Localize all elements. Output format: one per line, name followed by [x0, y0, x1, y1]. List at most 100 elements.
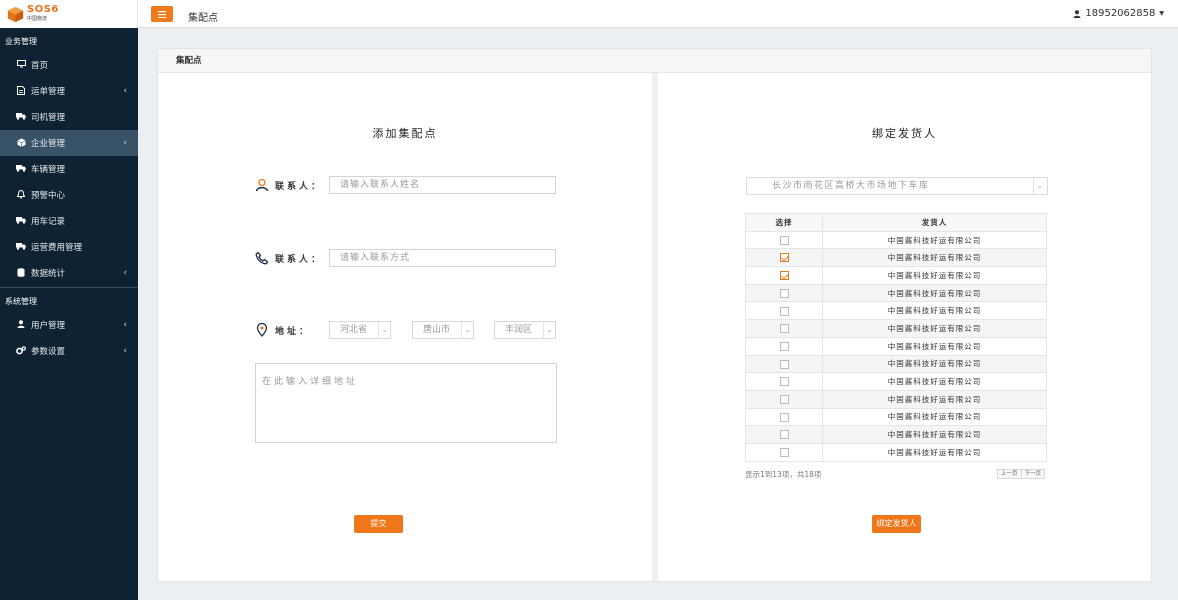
- row-checkbox[interactable]: [779, 430, 789, 440]
- table-row: 中国酱科技好运有限公司: [745, 425, 1047, 444]
- main-card: 集配点 添加集配点 联系人： 请输入联系人姓名 联系人： 请输入联系方式 地址：…: [157, 48, 1152, 582]
- select-cell: [745, 372, 823, 391]
- address-label: 地址：: [275, 326, 312, 337]
- select-cell: [745, 266, 823, 285]
- sidebar-item-business-7[interactable]: 运营费用管理: [0, 234, 138, 260]
- row-checkbox[interactable]: [779, 235, 789, 245]
- select-cell: [745, 301, 823, 321]
- shipper-name-cell: 中国酱科技好运有限公司: [822, 336, 1047, 356]
- table-row: 中国酱科技好运有限公司: [745, 248, 1047, 268]
- sidebar-item-business-8[interactable]: 数据统计 ‹: [0, 260, 138, 286]
- truck-icon: [15, 112, 27, 122]
- table-row: 中国酱科技好运有限公司: [745, 442, 1047, 462]
- shipper-name-cell: 中国酱科技好运有限公司: [822, 372, 1047, 391]
- sidebar-item-label: 运营费用管理: [31, 243, 83, 253]
- page-title: 集配点: [188, 13, 218, 24]
- select-cell: [745, 319, 823, 338]
- select-cell: [745, 407, 823, 427]
- bind-shipper-panel: 绑定发货人 长沙市雨花区高桥大市场地下车库 ⌄ 选择 发货人 中国酱科技好运有限…: [658, 73, 1151, 581]
- sidebar-item-business-5[interactable]: 预警中心: [0, 182, 138, 208]
- row-checkbox[interactable]: [779, 448, 789, 458]
- table-row: 中国酱科技好运有限公司: [745, 266, 1047, 285]
- bell-icon: [15, 189, 27, 201]
- panels: 添加集配点 联系人： 请输入联系人姓名 联系人： 请输入联系方式 地址： 河北省…: [158, 73, 1151, 581]
- district-select[interactable]: 丰润区 ⌄: [494, 321, 556, 339]
- shipper-name-cell: 中国酱科技好运有限公司: [822, 230, 1047, 250]
- address-row: 地址： 河北省 ⌄ 唐山市 ⌄ 丰润区 ⌄: [255, 321, 556, 339]
- caret-down-icon: ▼: [1159, 10, 1164, 17]
- sidebar-item-system-1[interactable]: 参数设置 ‹: [0, 338, 138, 364]
- shipper-name-cell: 中国酱科技好运有限公司: [822, 248, 1047, 268]
- column-header-select: 选择: [745, 213, 823, 232]
- sidebar-item-business-6[interactable]: 用车记录: [0, 208, 138, 234]
- row-checkbox[interactable]: [779, 253, 789, 263]
- row-checkbox[interactable]: [779, 359, 789, 369]
- table-row: 中国酱科技好运有限公司: [745, 319, 1047, 338]
- table-row: 中国酱科技好运有限公司: [745, 407, 1047, 427]
- province-select[interactable]: 河北省 ⌄: [329, 321, 391, 339]
- shipper-table: 选择 发货人 中国酱科技好运有限公司 中国酱科技好运有限公司 中国酱科技好运有限公司…: [745, 213, 1047, 462]
- person-icon: [255, 178, 269, 192]
- location-select[interactable]: 长沙市雨花区高桥大市场地下车库 ⌄: [746, 177, 1048, 195]
- select-cell: [745, 354, 823, 374]
- sidebar-item-label: 用车记录: [31, 217, 66, 227]
- truck-icon: [15, 164, 27, 174]
- contact-name-input[interactable]: 请输入联系人姓名: [329, 176, 556, 194]
- user-icon: [1073, 9, 1081, 18]
- row-checkbox[interactable]: [779, 271, 789, 281]
- phone-icon: [255, 251, 269, 265]
- select-cell: [745, 442, 823, 462]
- table-row: 中国酱科技好运有限公司: [745, 230, 1047, 250]
- sidebar-item-system-0[interactable]: 用户管理 ‹: [0, 312, 138, 338]
- row-checkbox[interactable]: [779, 394, 789, 404]
- logo[interactable]: SOS6 中国物流: [0, 0, 138, 28]
- chevron-down-icon: ⌄: [378, 322, 390, 338]
- select-cell: [745, 336, 823, 356]
- hamburger-icon: [158, 10, 166, 18]
- row-checkbox[interactable]: [779, 412, 789, 422]
- contact-phone-label: 联系人：: [275, 254, 324, 265]
- truck-icon: [15, 242, 27, 252]
- contact-name-label: 联系人：: [275, 181, 324, 192]
- add-collection-point-panel: 添加集配点 联系人： 请输入联系人姓名 联系人： 请输入联系方式 地址： 河北省…: [158, 73, 652, 581]
- contact-phone-input[interactable]: 请输入联系方式: [329, 249, 556, 267]
- shipper-name-cell: 中国酱科技好运有限公司: [822, 389, 1047, 409]
- cube-icon: [15, 138, 27, 149]
- sidebar: 业务管理 首页 运单管理 ‹ 司机管理 企业管理 ‹ 车辆管理 预警中心 用车记录 运营费用管理数…: [0, 28, 138, 600]
- sidebar-item-business-3[interactable]: 企业管理 ‹: [0, 130, 138, 156]
- row-checkbox[interactable]: [779, 324, 789, 334]
- sidebar-item-business-4[interactable]: 车辆管理: [0, 156, 138, 182]
- database-icon: [15, 267, 27, 279]
- sidebar-item-business-0[interactable]: 首页: [0, 52, 138, 78]
- user-icon: [15, 320, 27, 330]
- table-row: 中国酱科技好运有限公司: [745, 354, 1047, 374]
- sidebar-item-label: 车辆管理: [31, 165, 66, 175]
- select-cell: [745, 230, 823, 250]
- sidebar-item-business-1[interactable]: 运单管理 ‹: [0, 78, 138, 104]
- submit-button[interactable]: 提交: [354, 515, 403, 533]
- row-checkbox[interactable]: [779, 306, 789, 316]
- bind-shipper-button[interactable]: 绑定发货人: [872, 515, 921, 533]
- prev-page-button[interactable]: 上一页: [997, 469, 1022, 479]
- contact-phone-row: 联系人： 请输入联系方式: [255, 249, 556, 267]
- shipper-name-cell: 中国酱科技好运有限公司: [822, 407, 1047, 427]
- address-detail-textarea[interactable]: 在此输入详细地址: [255, 363, 557, 443]
- shipper-name-cell: 中国酱科技好运有限公司: [822, 283, 1047, 303]
- nav-section-business: 业务管理: [5, 37, 37, 46]
- menu-toggle-button[interactable]: [151, 6, 173, 22]
- user-menu[interactable]: 18952062858 ▼: [1073, 8, 1164, 19]
- select-cell: [745, 389, 823, 409]
- table-row: 中国酱科技好运有限公司: [745, 372, 1047, 391]
- row-checkbox[interactable]: [779, 341, 789, 351]
- chevron-down-icon: ⌄: [461, 322, 473, 338]
- row-checkbox[interactable]: [779, 377, 789, 387]
- sidebar-item-label: 用户管理: [31, 321, 66, 331]
- city-select[interactable]: 唐山市 ⌄: [412, 321, 474, 339]
- next-page-button[interactable]: 下一页: [1021, 469, 1046, 479]
- sidebar-item-business-2[interactable]: 司机管理: [0, 104, 138, 130]
- table-row: 中国酱科技好运有限公司: [745, 389, 1047, 409]
- row-checkbox[interactable]: [779, 288, 789, 298]
- bind-panel-title: 绑定发货人: [872, 127, 937, 140]
- chevron-left-icon: ‹: [123, 346, 127, 356]
- sidebar-item-label: 数据统计: [31, 269, 66, 279]
